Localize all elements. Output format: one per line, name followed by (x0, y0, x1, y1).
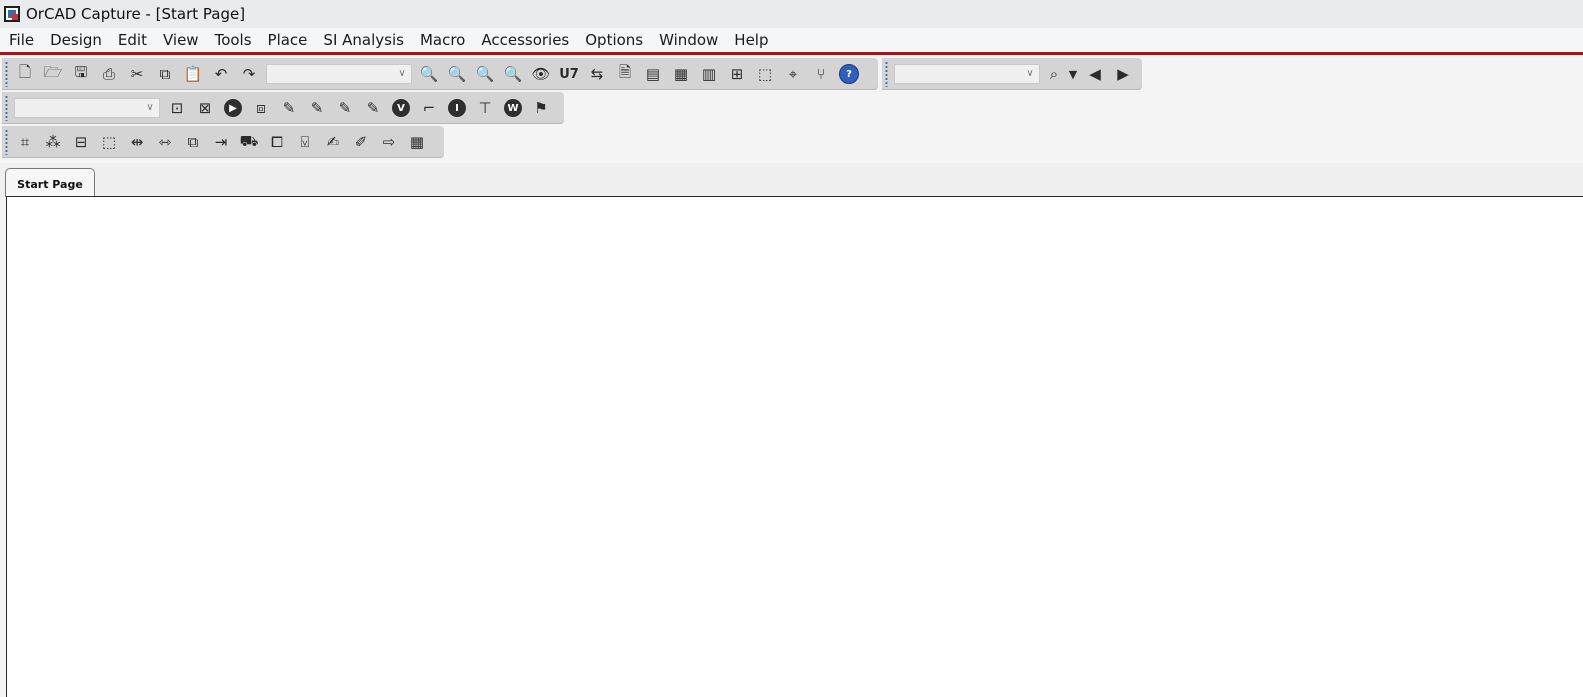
chevron-down-icon[interactable]: ∨ (144, 101, 156, 115)
save-icon[interactable]: 🖫 (68, 61, 94, 87)
redo-icon[interactable]: ↷ (236, 61, 262, 87)
pin-swap-icon[interactable]: ⇹ (124, 129, 150, 155)
edit-properties-icon[interactable]: ✍ (320, 129, 346, 155)
bias-voltage-icon[interactable]: V (388, 95, 414, 121)
menu-tools[interactable]: Tools (207, 28, 260, 52)
back-annotate-icon[interactable]: ⇆ (584, 61, 610, 87)
toolbar-area: 🗋 🗁 🖫 ⎙ ✂ ⧉ 📋 ↶ ↷ ∨ 🔍 🔍 🔍 🔍 👁 U7 ⇆ 🗎 ▤ ▦… (0, 55, 1583, 163)
menu-edit[interactable]: Edit (110, 28, 155, 52)
rename-icon[interactable]: ✐ (348, 129, 374, 155)
bias-power-icon[interactable]: W (500, 95, 526, 121)
menu-file[interactable]: File (0, 28, 42, 52)
paste-icon[interactable]: 📋 (180, 61, 206, 87)
pcb-toolbar: ⌗ ⁂ ⊟ ⬚ ⇹ ⇿ ⧉ ⇥ ⛟ ⧠ ⍌ ✍ ✐ ⇨ ▦ (2, 126, 444, 158)
chevron-down-icon[interactable]: ∨ (396, 67, 408, 81)
binoculars-icon[interactable]: ⌕ (1044, 61, 1064, 87)
property-table-icon[interactable]: ▦ (404, 129, 430, 155)
output-icon[interactable]: ⇨ (376, 129, 402, 155)
open-icon[interactable]: 🗁 (40, 61, 66, 87)
menu-window[interactable]: Window (651, 28, 726, 52)
next-icon[interactable]: ▶ (1110, 61, 1136, 87)
menu-macro[interactable]: Macro (412, 28, 473, 52)
run-icon[interactable]: ▶ (220, 95, 246, 121)
window-title: OrCAD Capture - [Start Page] (26, 5, 246, 23)
toolbar-grip[interactable] (885, 61, 888, 87)
edit-simulation-settings-icon[interactable]: ⊠ (192, 95, 218, 121)
place-database-part-icon[interactable]: ⊟ (68, 129, 94, 155)
menu-accessories[interactable]: Accessories (473, 28, 577, 52)
cut-icon[interactable]: ✂ (124, 61, 150, 87)
usb-icon[interactable]: ⑂ (808, 61, 834, 87)
document-tabs: Start Page (0, 163, 1583, 197)
part-manager-icon[interactable]: ⛟ (236, 129, 262, 155)
toolbar-grip[interactable] (5, 129, 8, 155)
start-page-content[interactable] (6, 196, 1583, 697)
cross-reference-icon[interactable]: ▦ (668, 61, 694, 87)
menu-design[interactable]: Design (42, 28, 110, 52)
export-icon[interactable]: ⇥ (208, 129, 234, 155)
current-marker-icon[interactable]: ✎ (332, 95, 358, 121)
undo-icon[interactable]: ↶ (208, 61, 234, 87)
tab-start-page[interactable]: Start Page (5, 168, 95, 197)
bias-current-icon[interactable]: I (444, 95, 470, 121)
menu-place[interactable]: Place (260, 28, 316, 52)
orcad-app-icon[interactable] (4, 6, 20, 22)
engineering-change-icon[interactable]: ⧉ (180, 129, 206, 155)
netlist-icon[interactable]: ▤ (640, 61, 666, 87)
view-simulation-results-icon[interactable]: ⧈ (248, 95, 274, 121)
menu-si-analysis[interactable]: SI Analysis (315, 28, 412, 52)
area-select-icon[interactable]: ⬚ (752, 61, 778, 87)
menu-view[interactable]: View (155, 28, 207, 52)
menu-bar: File Design Edit View Tools Place SI Ana… (0, 28, 1583, 55)
variant-icon[interactable]: ⍌ (292, 129, 318, 155)
menu-options[interactable]: Options (577, 28, 651, 52)
toolbar-grip[interactable] (5, 61, 8, 87)
zoom-all-icon[interactable]: 🔍 (500, 61, 526, 87)
title-bar: OrCAD Capture - [Start Page] (0, 0, 1583, 28)
drag-connected-icon[interactable]: ⌖ (780, 61, 806, 87)
power-level-icon[interactable]: ⚑ (528, 95, 554, 121)
toolbar-grip[interactable] (5, 95, 8, 121)
new-icon[interactable]: 🗋 (12, 61, 38, 87)
power-marker-icon[interactable]: ✎ (360, 95, 386, 121)
drc-icon[interactable]: 🗎 (612, 61, 638, 87)
simulation-toolbar: ∨ ⊡ ⊠ ▶ ⧈ ✎ ✎ ✎ ✎ V ⌐ I ⊤ W ⚑ (2, 92, 564, 124)
previous-icon[interactable]: ◀ (1082, 61, 1108, 87)
update-footprint-icon[interactable]: ⬚ (96, 129, 122, 155)
zoom-area-icon[interactable]: 🔍 (472, 61, 498, 87)
simulation-profile-combo[interactable]: ∨ (14, 98, 160, 118)
main-toolbar: 🗋 🗁 🖫 ⎙ ✂ ⧉ 📋 ↶ ↷ ∨ 🔍 🔍 🔍 🔍 👁 U7 ⇆ 🗎 ▤ ▦… (2, 58, 878, 90)
search-toolbar: ∨ ⌕ ▼ ◀ ▶ (882, 58, 1142, 90)
part-combo[interactable]: ∨ (266, 64, 412, 84)
zoom-in-icon[interactable]: 🔍 (416, 61, 442, 87)
new-simulation-profile-icon[interactable]: ⊡ (164, 95, 190, 121)
chevron-down-icon[interactable]: ∨ (1024, 67, 1036, 81)
snap-to-grid-icon[interactable]: ⊞ (724, 61, 750, 87)
zoom-out-icon[interactable]: 🔍 (444, 61, 470, 87)
search-combo[interactable]: ∨ (894, 64, 1040, 84)
generate-pcb-icon[interactable]: ⁂ (40, 129, 66, 155)
print-icon[interactable]: ⎙ (96, 61, 122, 87)
dropdown-arrow-icon[interactable]: ▼ (1066, 61, 1080, 87)
menu-help[interactable]: Help (726, 28, 776, 52)
voltage-marker-icon[interactable]: ✎ (276, 95, 302, 121)
current-level-icon[interactable]: ⊤ (472, 95, 498, 121)
help-icon[interactable]: ? (836, 61, 862, 87)
copy-properties-icon[interactable]: ⧠ (264, 129, 290, 155)
voltage-differential-marker-icon[interactable]: ✎ (304, 95, 330, 121)
voltage-level-icon[interactable]: ⌐ (416, 95, 442, 121)
pcb-editor-icon[interactable]: ⌗ (12, 129, 38, 155)
copy-icon[interactable]: ⧉ (152, 61, 178, 87)
eye-icon[interactable]: 👁 (528, 61, 554, 87)
annotate-icon[interactable]: U7 (556, 61, 582, 87)
bill-of-materials-icon[interactable]: ▥ (696, 61, 722, 87)
gate-swap-icon[interactable]: ⇿ (152, 129, 178, 155)
